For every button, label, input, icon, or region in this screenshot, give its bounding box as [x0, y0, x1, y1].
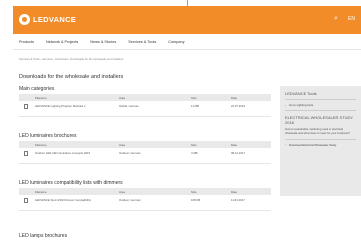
table-row[interactable]: Outdoor LED LED luminaires concepts 2019…	[19, 148, 271, 164]
section-led-luminaires-brochures: LED luminaires brochures Filename Area S…	[19, 133, 271, 164]
table-row[interactable]: LEDVANCE Lighting Program Modules 1 Glob…	[19, 101, 271, 117]
file-size: 168 KB	[191, 198, 201, 202]
col-header-area: Area	[119, 95, 125, 100]
main-nav: Products Network & Projects News & Stori…	[13, 34, 361, 50]
file-size: 11 MB	[191, 104, 199, 108]
language-selector[interactable]: EN	[348, 16, 355, 22]
section-title: Main categories	[19, 86, 55, 92]
col-header-date: Date	[231, 95, 237, 100]
sidebar-divider	[285, 110, 356, 111]
col-header-size: Size	[191, 189, 197, 194]
sidebar-heading-study: ELECTRICAL WHOLESALER STUDY 2018	[285, 115, 354, 125]
file-date: 11.03.2017	[231, 198, 245, 202]
col-header-name: Filename	[35, 95, 47, 100]
file-name-link[interactable]: LEDVANCE Spot GSM Dimmer Compatibility	[33, 198, 119, 202]
file-area: Outdoor, German	[119, 198, 141, 202]
search-icon[interactable]: ⌕	[334, 15, 338, 23]
browser-page: LEDVANCE ⌕ EN Products Network & Project…	[13, 6, 361, 245]
table-header: Filename Area Size Date	[19, 94, 271, 101]
col-header-size: Size	[191, 95, 197, 100]
logo-text: LEDVANCE	[33, 15, 77, 24]
file-name-link[interactable]: LEDVANCE Lighting Program Modules 1	[33, 104, 119, 108]
nav-item-news-stories[interactable]: News & Stories	[90, 40, 116, 44]
page-title: Downloads for the wholesale and installe…	[19, 74, 124, 80]
nav-item-products[interactable]: Products	[19, 40, 34, 44]
file-date: 08.12.2017	[231, 151, 245, 155]
sidebar-divider	[285, 138, 356, 140]
logo-mark-icon	[19, 14, 30, 25]
file-date: 23.07.2019	[231, 104, 245, 108]
breadcrumb[interactable]: Services & Tools › Services › Download ›…	[19, 57, 123, 61]
nav-item-services-tools[interactable]: Services & Tools	[128, 40, 156, 44]
file-name-link[interactable]: Outdoor LED LED luminaires concepts 2019	[33, 151, 119, 155]
table-header: Filename Area Size Date	[19, 141, 271, 148]
nav-item-company[interactable]: Company	[168, 40, 184, 44]
col-header-area: Area	[119, 142, 125, 147]
nav-item-network-projects[interactable]: Network & Projects	[46, 40, 78, 44]
file-size: 4 MB	[191, 151, 198, 155]
col-header-name: Filename	[35, 189, 47, 194]
file-icon	[24, 151, 28, 156]
section-title: LED luminaires brochures	[19, 133, 77, 139]
section-led-lamps-brochures: LED lamps brochures	[19, 233, 271, 241]
file-area: Outdoor, German	[119, 151, 141, 155]
top-bar: LEDVANCE ⌕ EN	[13, 6, 361, 34]
table-header: Filename Area Size Date	[19, 188, 271, 195]
sidebar: LEDVANCE Tools Go to Lighting tools ELEC…	[280, 86, 361, 196]
col-header-date: Date	[231, 189, 237, 194]
sidebar-divider	[285, 99, 356, 100]
ledvance-logo[interactable]: LEDVANCE	[19, 14, 76, 25]
col-header-area: Area	[119, 189, 125, 194]
sidebar-study-text: How is sustainable marketing used in ele…	[285, 127, 350, 135]
col-header-size: Size	[191, 142, 197, 147]
col-header-date: Date	[231, 142, 237, 147]
sidebar-title: LEDVANCE Tools	[285, 91, 317, 96]
file-icon	[24, 198, 28, 203]
table-row[interactable]: LEDVANCE Spot GSM Dimmer Compatibility O…	[19, 195, 271, 211]
section-compatibility-lists: LED luminaires compatibility lists with …	[19, 180, 271, 211]
section-title: LED lamps brochures	[19, 233, 68, 239]
file-area: Global, German	[119, 104, 139, 108]
sidebar-link-lighting-tools[interactable]: Go to Lighting tools	[285, 103, 356, 108]
section-main-categories: Main categories Filename Area Size Date …	[19, 86, 271, 117]
file-icon	[24, 104, 28, 109]
sidebar-link-download-study[interactable]: Download Electrical Wholesaler Study	[285, 142, 356, 147]
section-title: LED luminaires compatibility lists with …	[19, 180, 123, 186]
col-header-name: Filename	[35, 142, 47, 147]
